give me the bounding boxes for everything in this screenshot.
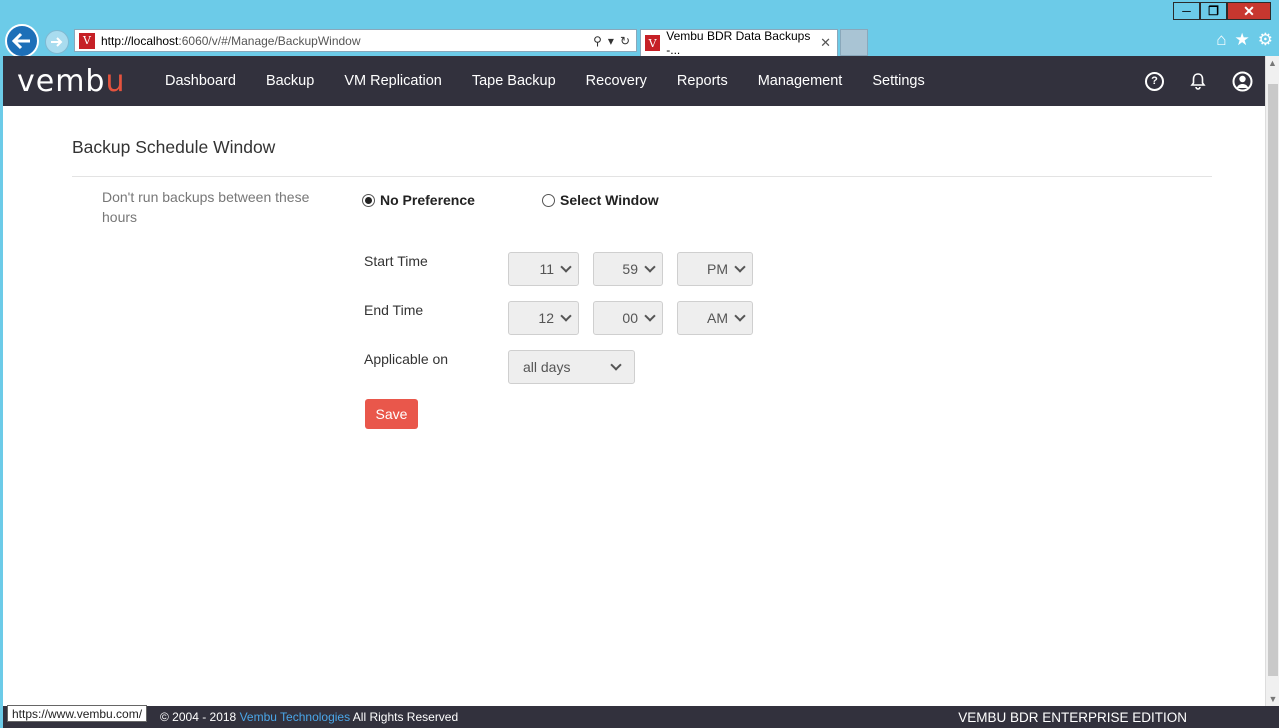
logo-accent: u bbox=[105, 63, 126, 99]
address-bar[interactable]: V http://localhost:6060/v/#/Manage/Backu… bbox=[74, 29, 637, 52]
arrow-left-icon bbox=[12, 32, 30, 50]
arrow-right-icon bbox=[51, 37, 63, 47]
radio-no-preference-label: No Preference bbox=[380, 192, 475, 208]
forward-button[interactable] bbox=[45, 30, 69, 54]
browser-chrome: ─ ❐ ✕ V http://localhost:6060/v/#/Manage… bbox=[0, 0, 1279, 58]
edition-label: VEMBU BDR ENTERPRISE EDITION bbox=[958, 709, 1187, 725]
logo-text: vemb bbox=[17, 63, 106, 99]
refresh-icon[interactable]: ↻ bbox=[620, 34, 630, 48]
vembu-logo[interactable]: vemb u bbox=[17, 64, 137, 99]
end-hour-select[interactable]: 12 bbox=[508, 301, 579, 335]
nav-recovery[interactable]: Recovery bbox=[571, 73, 662, 89]
start-minute-value: 59 bbox=[622, 261, 638, 277]
user-account-icon[interactable] bbox=[1232, 71, 1253, 92]
start-hour-select[interactable]: 11 bbox=[508, 252, 579, 286]
home-icon[interactable]: ⌂ bbox=[1216, 30, 1226, 50]
main-content: Backup Schedule Window Don't run backups… bbox=[3, 106, 1265, 706]
end-minute-value: 00 bbox=[622, 310, 638, 326]
page-scrollbar[interactable]: ▲ ▼ bbox=[1265, 56, 1279, 706]
new-tab-button[interactable] bbox=[840, 29, 868, 56]
window-controls: ─ ❐ ✕ bbox=[1173, 2, 1271, 20]
copyright-text: © 2004 - 2018 Vembu Technologies All Rig… bbox=[160, 710, 458, 724]
start-minute-select[interactable]: 59 bbox=[593, 252, 663, 286]
app-footer: © 2004 - 2018 Vembu Technologies All Rig… bbox=[3, 706, 1279, 728]
nav-settings[interactable]: Settings bbox=[857, 73, 939, 89]
start-hour-value: 11 bbox=[539, 261, 554, 277]
address-path: :6060/v/#/Manage/BackupWindow bbox=[178, 33, 361, 48]
chevron-down-icon bbox=[610, 359, 622, 371]
address-url: http://localhost:6060/v/#/Manage/BackupW… bbox=[101, 34, 361, 48]
chevron-down-icon bbox=[734, 261, 746, 273]
back-button[interactable] bbox=[5, 24, 39, 58]
close-window-button[interactable]: ✕ bbox=[1227, 2, 1271, 20]
nav-management[interactable]: Management bbox=[743, 73, 858, 89]
start-ampm-value: PM bbox=[707, 261, 728, 277]
radio-select-window[interactable]: Select Window bbox=[542, 192, 659, 208]
applicable-days-value: all days bbox=[523, 359, 571, 375]
copyright-years: © 2004 - 2018 bbox=[160, 710, 237, 724]
applicable-on-label: Applicable on bbox=[364, 351, 449, 367]
site-favicon-icon: V bbox=[79, 32, 95, 49]
end-hour-value: 12 bbox=[538, 310, 554, 326]
scroll-up-icon[interactable]: ▲ bbox=[1266, 56, 1279, 70]
restore-button[interactable]: ❐ bbox=[1200, 2, 1227, 20]
chevron-down-icon bbox=[644, 310, 656, 322]
window-description: Don't run backups between these hours bbox=[102, 189, 310, 225]
browser-tab[interactable]: V Vembu BDR Data Backups -... ✕ bbox=[640, 29, 838, 57]
status-bar-url: https://www.vembu.com/ bbox=[7, 705, 148, 722]
browser-toolbar: ⌂ ★ ⚙ bbox=[1216, 30, 1273, 50]
address-tools: ⚲ ▾ ↻ bbox=[593, 34, 636, 48]
app-navbar: vemb u Dashboard Backup VM Replication Ta… bbox=[3, 56, 1265, 106]
chevron-down-icon bbox=[734, 310, 746, 322]
chevron-down-icon bbox=[644, 261, 656, 273]
scroll-down-icon[interactable]: ▼ bbox=[1266, 692, 1279, 706]
favorites-star-icon[interactable]: ★ bbox=[1235, 30, 1250, 50]
start-time-label: Start Time bbox=[364, 253, 428, 269]
chevron-down-icon bbox=[560, 310, 572, 322]
address-host: http://localhost bbox=[101, 33, 179, 48]
nav-actions: ? bbox=[1145, 71, 1253, 92]
settings-gear-icon[interactable]: ⚙ bbox=[1258, 30, 1273, 50]
radio-dot-selected-icon[interactable] bbox=[362, 193, 375, 207]
end-ampm-value: AM bbox=[707, 310, 728, 326]
tab-favicon-icon: V bbox=[645, 35, 661, 51]
dropdown-icon[interactable]: ▾ bbox=[608, 34, 614, 48]
scroll-thumb[interactable] bbox=[1268, 84, 1278, 676]
search-icon[interactable]: ⚲ bbox=[593, 34, 602, 48]
help-icon[interactable]: ? bbox=[1145, 71, 1164, 91]
applicable-days-select[interactable]: all days bbox=[508, 350, 635, 384]
end-ampm-select[interactable]: AM bbox=[677, 301, 753, 335]
radio-dot-icon[interactable] bbox=[542, 193, 555, 207]
end-minute-select[interactable]: 00 bbox=[593, 301, 663, 335]
start-ampm-select[interactable]: PM bbox=[677, 252, 753, 286]
nav-tape-backup[interactable]: Tape Backup bbox=[457, 73, 571, 89]
page-title: Backup Schedule Window bbox=[72, 137, 276, 157]
end-time-label: End Time bbox=[364, 302, 424, 318]
close-tab-icon[interactable]: ✕ bbox=[820, 35, 831, 51]
chevron-down-icon bbox=[560, 261, 572, 273]
rights-text: All Rights Reserved bbox=[352, 710, 459, 724]
nav-vm-replication[interactable]: VM Replication bbox=[329, 73, 457, 89]
nav-reports[interactable]: Reports bbox=[662, 73, 743, 89]
tab-title: Vembu BDR Data Backups -... bbox=[666, 29, 811, 57]
radio-no-preference[interactable]: No Preference bbox=[362, 192, 475, 208]
minimize-button[interactable]: ─ bbox=[1173, 2, 1200, 20]
nav-backup[interactable]: Backup bbox=[251, 73, 329, 89]
title-divider bbox=[72, 176, 1212, 177]
nav-dashboard[interactable]: Dashboard bbox=[150, 73, 251, 89]
main-nav: Dashboard Backup VM Replication Tape Bac… bbox=[150, 73, 940, 89]
save-button[interactable]: Save bbox=[365, 399, 418, 429]
company-link[interactable]: Vembu Technologies bbox=[240, 710, 351, 724]
radio-select-window-label: Select Window bbox=[560, 192, 659, 208]
notification-bell-icon[interactable] bbox=[1190, 72, 1206, 90]
